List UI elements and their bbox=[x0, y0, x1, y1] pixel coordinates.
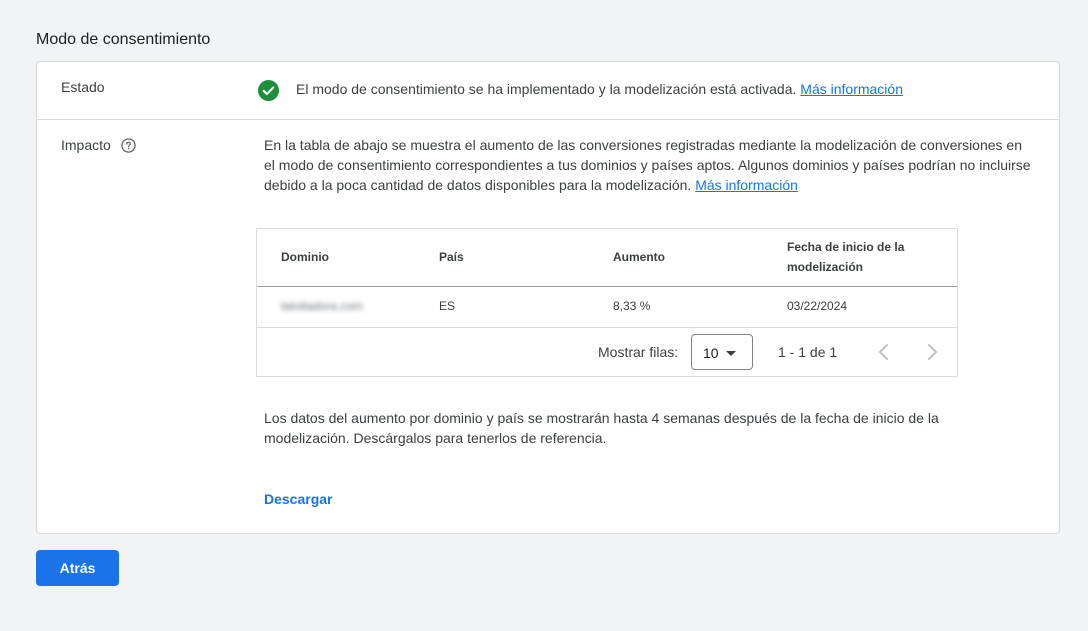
page-title: Modo de consentimiento bbox=[36, 31, 211, 48]
rows-per-page-value: 10 bbox=[703, 345, 719, 361]
back-button[interactable]: Atrás bbox=[36, 550, 119, 586]
cell-start-date: 03/22/2024 bbox=[787, 299, 848, 313]
status-more-info-link[interactable]: Más información bbox=[800, 81, 903, 97]
column-header-country[interactable]: País bbox=[439, 247, 464, 267]
pagination: Mostrar filas: 10 1 - 1 de 1 bbox=[257, 328, 957, 377]
rows-per-page-select[interactable]: 10 bbox=[691, 334, 753, 370]
cell-domain: latoitadora.com bbox=[281, 299, 364, 313]
cell-country: ES bbox=[439, 299, 456, 313]
check-circle-icon bbox=[258, 80, 279, 101]
impact-description-text: En la tabla de abajo se muestra el aumen… bbox=[264, 137, 1031, 193]
chevron-left-icon[interactable] bbox=[872, 340, 896, 364]
data-availability-note: Los datos del aumento por dominio y país… bbox=[264, 410, 939, 446]
impact-description: En la tabla de abajo se muestra el aumen… bbox=[264, 135, 1036, 195]
status-message: El modo de consentimiento se ha implemen… bbox=[296, 81, 903, 97]
column-header-domain[interactable]: Dominio bbox=[281, 247, 329, 267]
cell-lift: 8,33 % bbox=[613, 299, 651, 313]
chevron-right-icon[interactable] bbox=[920, 340, 944, 364]
lift-table: Dominio País Aumento Fecha de inicio de … bbox=[256, 228, 958, 377]
caret-down-icon bbox=[726, 351, 736, 356]
status-text: El modo de consentimiento se ha implemen… bbox=[296, 81, 797, 97]
rows-per-page-label: Mostrar filas: bbox=[598, 344, 679, 360]
impact-more-info-link[interactable]: Más información bbox=[695, 177, 798, 193]
download-link[interactable]: Descargar bbox=[264, 491, 333, 507]
impact-label: Impacto bbox=[61, 137, 111, 153]
table-row: latoitadora.com ES 8,33 % 03/22/2024 bbox=[257, 287, 957, 328]
column-header-start-date[interactable]: Fecha de inicio de la modelización bbox=[787, 237, 917, 277]
table-header: Dominio País Aumento Fecha de inicio de … bbox=[257, 229, 957, 287]
status-row: Estado El modo de consentimiento se ha i… bbox=[37, 62, 1059, 120]
pagination-range: 1 - 1 de 1 bbox=[778, 344, 838, 360]
consent-mode-card: Estado El modo de consentimiento se ha i… bbox=[36, 61, 1060, 534]
status-label: Estado bbox=[61, 79, 105, 95]
impact-label-group: Impacto bbox=[61, 137, 136, 153]
column-header-lift[interactable]: Aumento bbox=[613, 247, 665, 267]
help-circle-icon[interactable] bbox=[121, 137, 136, 153]
